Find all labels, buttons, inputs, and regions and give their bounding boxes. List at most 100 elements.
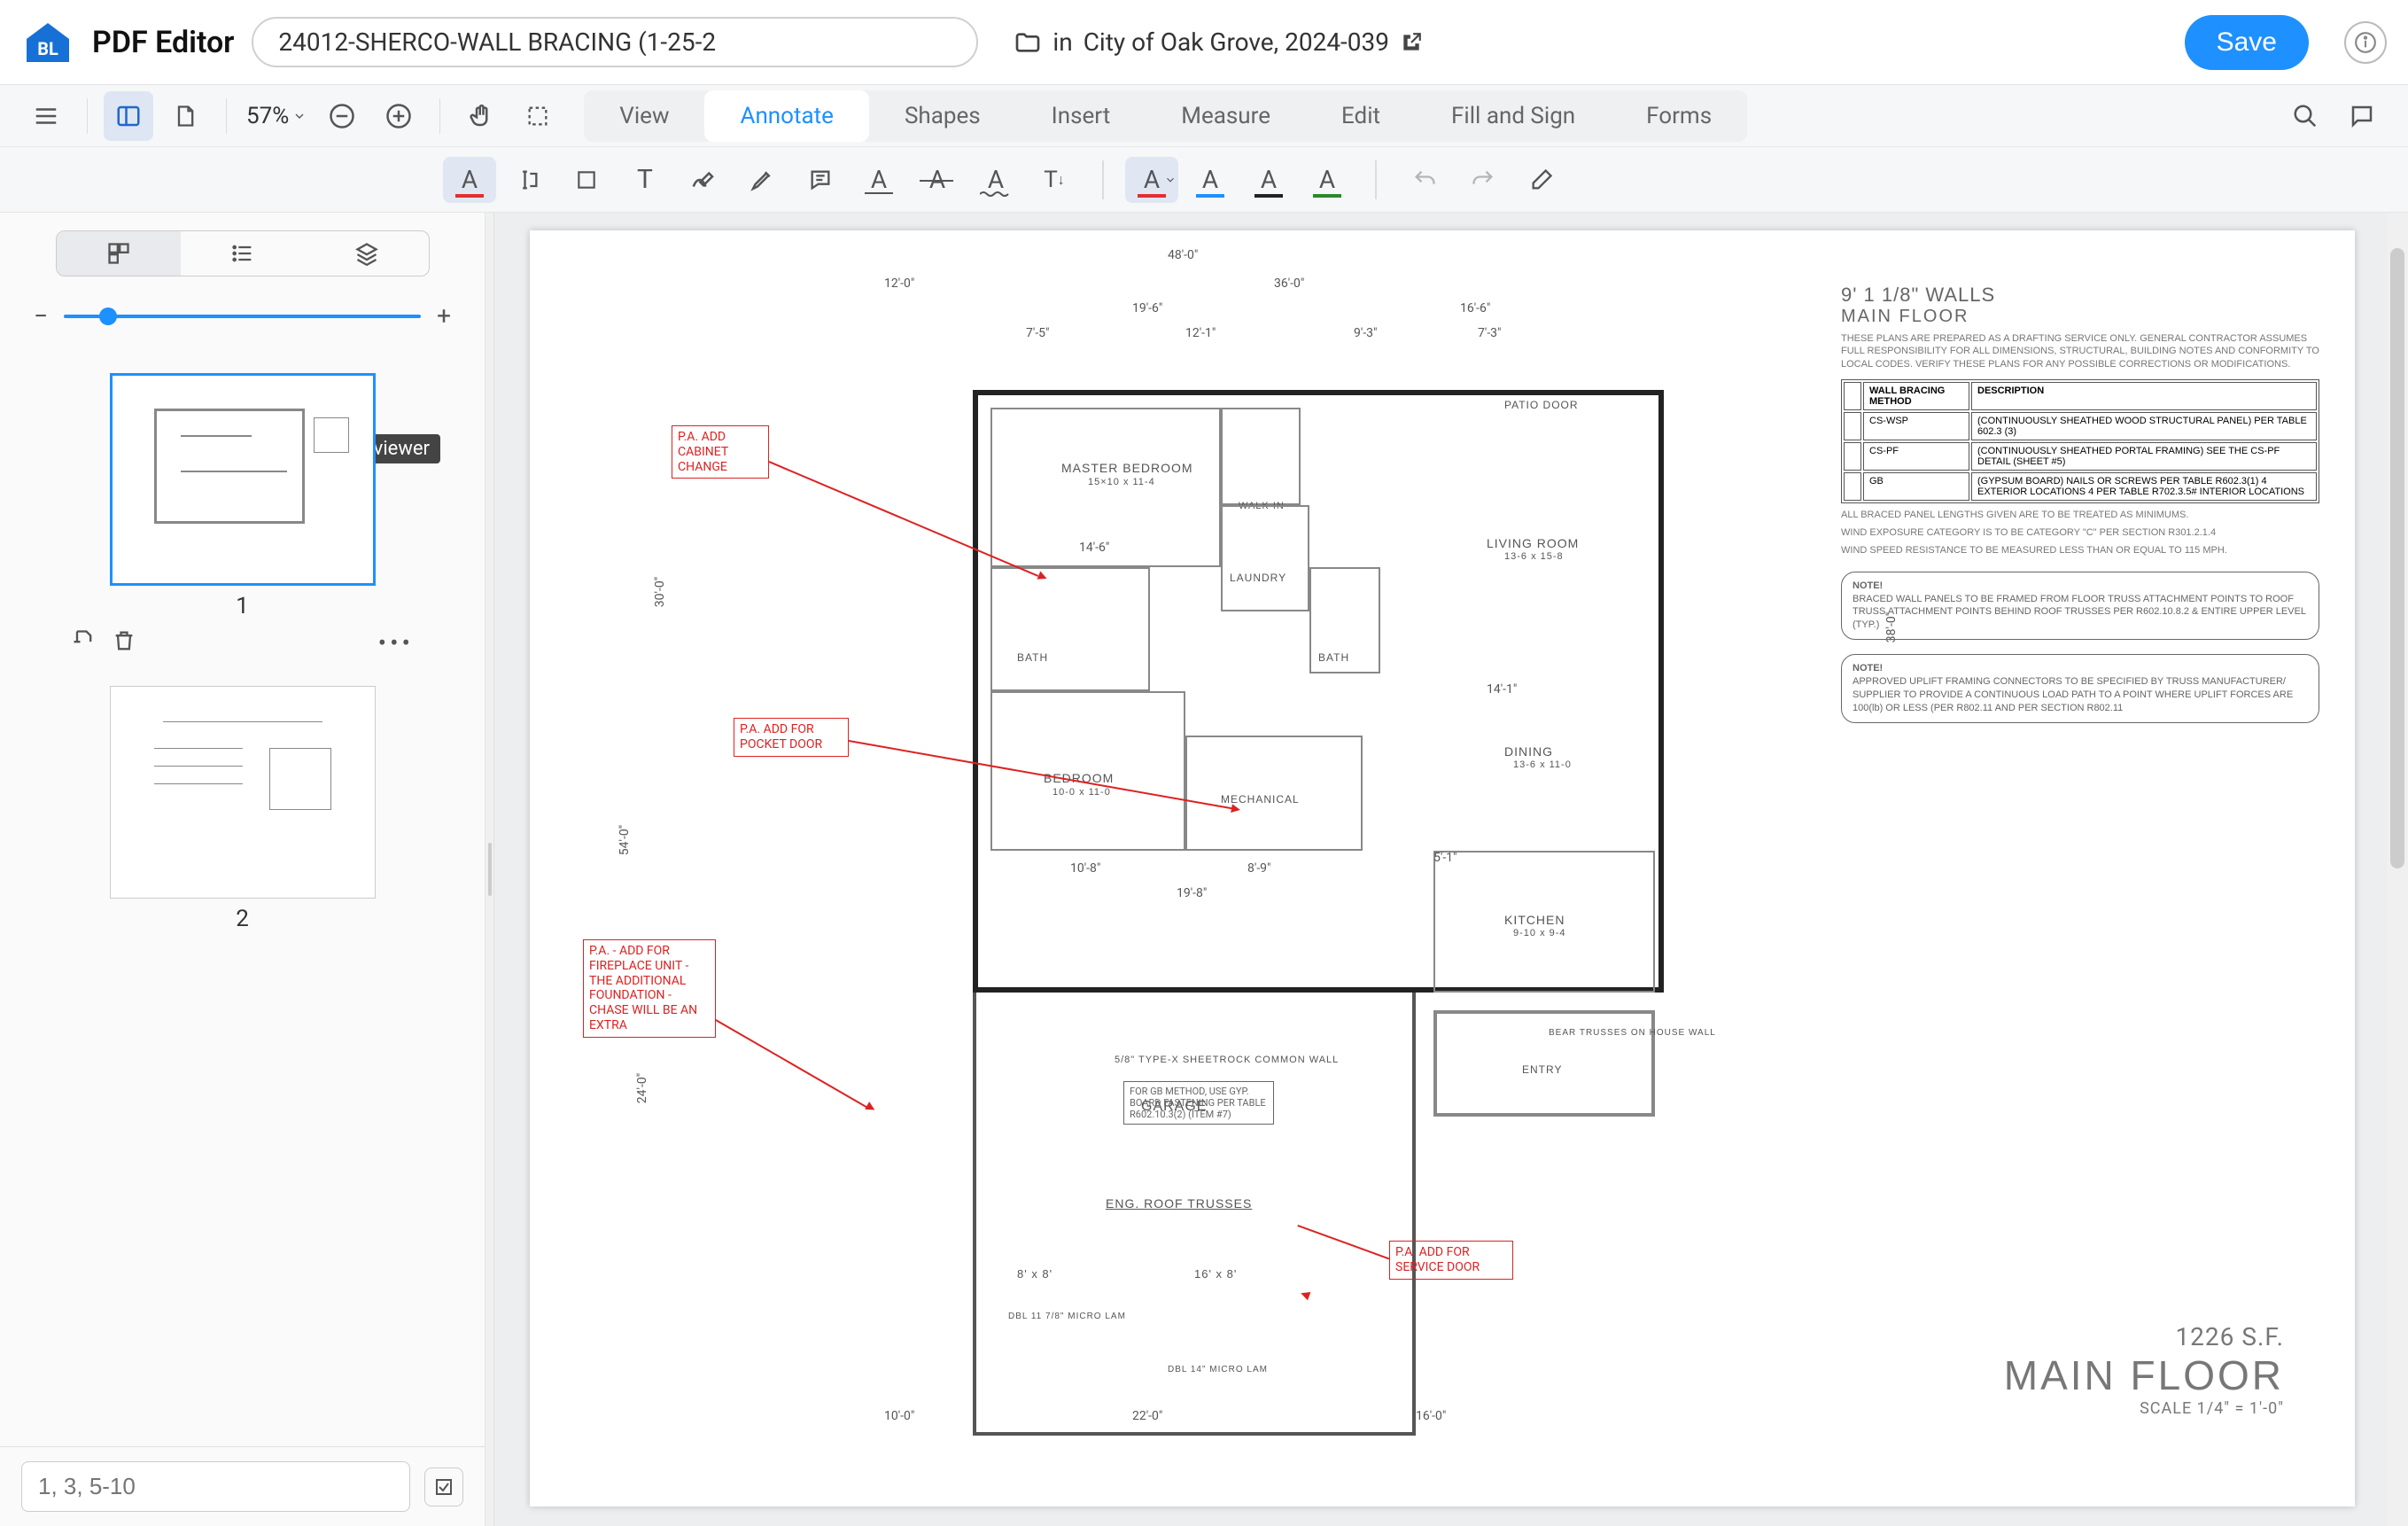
dim-label: 10'-8" [1070,861,1100,876]
room-label: BATH [1318,651,1349,664]
thumbnail-zoom-slider[interactable]: − + [0,285,485,346]
page-range-input[interactable] [21,1461,410,1512]
dim-label: 14'-1" [1487,682,1517,697]
menu-icon[interactable] [21,91,71,141]
bracing-table: WALL BRACING METHODDESCRIPTION CS-WSP(CO… [1841,379,2319,503]
more-page-icon[interactable]: ••• [378,628,414,659]
dim-label: 24'-0" [635,1073,649,1103]
comments-panel-icon[interactable] [2337,91,2387,141]
room-dim: 10-0 x 11-0 [1053,787,1111,798]
select-icon[interactable] [513,91,563,141]
insert-text-tool[interactable]: T↓ [1028,157,1081,203]
dim-label: 16'-0" [1416,1409,1446,1423]
room-dim: 13-6 x 11-0 [1513,759,1572,770]
tab-shapes[interactable]: Shapes [869,90,1016,142]
highlighter-tool[interactable] [735,157,788,203]
room-label: LAUNDRY [1230,572,1286,584]
zoom-dropdown[interactable]: 57% [239,103,314,129]
annotation-callout[interactable]: P.A. ADD CABINET CHANGE [672,425,769,479]
strikethrough-tool[interactable]: A [911,157,964,203]
dim-label: 54'-0" [618,825,632,855]
note-box-1: NOTE!BRACED WALL PANELS TO BE FRAMED FRO… [1841,572,2319,640]
note-label: ENG. ROOF TRUSSES [1106,1196,1252,1211]
undo-icon[interactable] [1398,157,1451,203]
breadcrumb[interactable]: in City of Oak Grove, 2024-039 [1014,27,1423,57]
text-cursor-tool[interactable] [501,157,555,203]
color-green[interactable]: A [1301,157,1354,203]
page-canvas: 48'-0" 12'-0" 36'-0" 19'-6" 16'-6" 7'-5"… [530,230,2355,1507]
panel-toggle-icon[interactable] [104,91,153,141]
page-view-icon[interactable] [160,91,210,141]
dim-label: 8' x 8' [1017,1267,1053,1281]
dim-label: 12'-0" [884,276,914,291]
search-icon[interactable] [2280,91,2330,141]
save-button[interactable]: Save [2185,15,2309,70]
zoom-in-icon[interactable] [374,91,423,141]
text-tool[interactable]: T [618,157,672,203]
note-tool[interactable] [794,157,847,203]
tab-edit[interactable]: Edit [1306,90,1416,142]
text-underline-tool[interactable]: A [852,157,905,203]
dim-label: 48'-0" [1168,248,1198,262]
document-name-field[interactable]: 24012-SHERCO-WALL BRACING (1-25-2 [252,17,978,67]
room-label: KITCHEN [1504,913,1565,927]
color-red[interactable]: A [1125,157,1178,203]
room-label: ENTRY [1522,1063,1562,1076]
pan-hand-icon[interactable] [456,91,506,141]
freehand-tool[interactable] [677,157,730,203]
header: BL PDF Editor 24012-SHERCO-WALL BRACING … [0,0,2408,85]
tab-view[interactable]: View [584,90,704,142]
breadcrumb-folder: City of Oak Grove, 2024-039 [1084,27,1389,57]
room-label: MASTER BEDROOM [1061,461,1193,475]
tab-insert[interactable]: Insert [1016,90,1146,142]
room-label: LIVING ROOM [1487,536,1579,550]
sidebar-tab-outline[interactable] [181,231,305,276]
thumbnail-page-2[interactable] [110,686,376,899]
underline-tool-red[interactable]: A [443,157,496,203]
sidebar-resize-handle[interactable] [485,213,494,1526]
delete-page-icon[interactable] [112,628,136,659]
vertical-scrollbar[interactable] [2387,213,2408,1526]
tab-measure[interactable]: Measure [1146,90,1306,142]
sidebar-tabs [56,230,430,276]
thumbnail-list: 1 ••• 2 [0,346,485,1446]
color-blue[interactable]: A [1184,157,1237,203]
thumb-zoom-minus[interactable]: − [27,298,55,334]
external-link-icon [1400,31,1423,54]
annotate-toolbar: A T A A A T↓ A A A A [0,147,2408,213]
dim-label: 36'-0" [1274,276,1304,291]
redo-icon[interactable] [1456,157,1510,203]
sidebar-tab-layers[interactable] [305,231,429,276]
eraser-icon[interactable] [1515,157,1568,203]
squiggly-tool[interactable]: A [969,157,1022,203]
tab-annotate[interactable]: Annotate [704,90,868,142]
sidebar-tab-thumbnails[interactable] [57,231,181,276]
notes-panel: 9' 1 1/8" WALLS MAIN FLOOR THESE PLANS A… [1841,284,2319,723]
notes-disclaimer: THESE PLANS ARE PREPARED AS A DRAFTING S… [1841,332,2319,370]
apply-range-button[interactable] [424,1468,463,1507]
tab-fill-sign[interactable]: Fill and Sign [1416,90,1611,142]
rectangle-tool[interactable] [560,157,613,203]
app-logo: BL [21,16,74,69]
thumb-zoom-plus[interactable]: + [430,298,458,334]
room-label: PATIO DOOR [1504,399,1579,411]
room-dim: 13-6 x 15-8 [1504,551,1564,562]
tab-forms[interactable]: Forms [1611,90,1747,142]
note-line: ALL BRACED PANEL LENGTHS GIVEN ARE TO BE… [1841,509,2319,521]
annotation-callout[interactable]: P.A. ADD FOR SERVICE DOOR [1389,1241,1513,1280]
note-label: BEAR TRUSSES ON HOUSE WALL [1549,1028,1716,1038]
dim-label: 10'-0" [884,1409,914,1423]
document-name: 24012-SHERCO-WALL BRACING (1-25-2 [278,27,716,57]
annotation-callout[interactable]: P.A. - ADD FOR FIREPLACE UNIT - THE ADDI… [583,939,716,1038]
document-viewer[interactable]: 48'-0" 12'-0" 36'-0" 19'-6" 16'-6" 7'-5"… [494,213,2408,1526]
thumbnail-page-1[interactable] [110,373,376,586]
thumbnail-num-2: 2 [53,906,431,932]
sidebar-footer [0,1446,485,1526]
annotation-callout[interactable]: P.A. ADD FOR POCKET DOOR [734,718,849,757]
zoom-out-icon[interactable] [317,91,367,141]
drawing-content: 48'-0" 12'-0" 36'-0" 19'-6" 16'-6" 7'-5"… [601,248,2337,1489]
main-area: − + webviewer 1 [0,213,2408,1526]
rotate-page-icon[interactable] [71,628,96,659]
color-black[interactable]: A [1242,157,1295,203]
info-button[interactable] [2344,21,2387,64]
